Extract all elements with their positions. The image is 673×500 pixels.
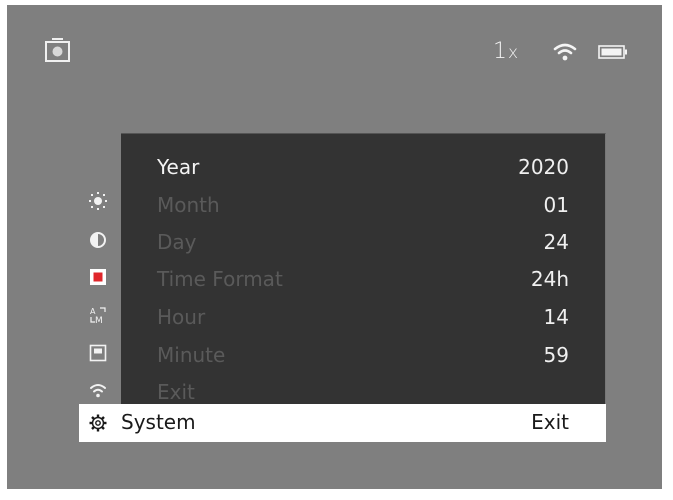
- auto-manual-icon[interactable]: A M: [89, 306, 107, 324]
- zoom-unit: x: [508, 43, 519, 63]
- setting-value: 59: [543, 343, 569, 367]
- brightness-icon[interactable]: [89, 192, 107, 210]
- setting-value: 24h: [530, 267, 569, 291]
- setting-row-hour[interactable]: Hour 14: [157, 299, 569, 335]
- setting-value: 24: [543, 230, 569, 254]
- wifi-icon: [553, 43, 577, 61]
- selected-system-row[interactable]: System Exit: [79, 404, 606, 442]
- setting-value: 2020: [518, 155, 569, 179]
- setting-label: Exit: [157, 380, 195, 404]
- setting-row-day[interactable]: Day 24: [157, 224, 569, 260]
- zoom-indicator: 1x: [493, 39, 518, 64]
- camera-icon: [45, 38, 70, 62]
- contrast-icon[interactable]: [89, 231, 107, 249]
- battery-icon: [598, 45, 627, 59]
- setting-row-time-format[interactable]: Time Format 24h: [157, 261, 569, 297]
- setting-row-month[interactable]: Month 01: [157, 187, 569, 223]
- wifi-icon[interactable]: [89, 381, 107, 399]
- setting-value: 14: [543, 305, 569, 329]
- setting-label: Year: [157, 155, 200, 179]
- setting-label: Month: [157, 193, 220, 217]
- setting-row-minute[interactable]: Minute 59: [157, 337, 569, 373]
- gear-icon: [89, 414, 107, 432]
- exit-value[interactable]: Exit: [531, 410, 569, 434]
- svg-text:A: A: [90, 307, 96, 316]
- setting-row-year[interactable]: Year 2020: [157, 149, 569, 185]
- record-icon[interactable]: [89, 268, 107, 286]
- device-screen: 1x Year 2020 Month 01 Day 24 Time Format…: [7, 5, 662, 489]
- setting-label: Day: [157, 230, 197, 254]
- setting-label: Time Format: [157, 267, 283, 291]
- setting-value: 01: [543, 193, 569, 217]
- system-label: System: [121, 410, 196, 434]
- zoom-value: 1: [493, 39, 507, 64]
- setting-label: Minute: [157, 343, 226, 367]
- svg-text:M: M: [95, 316, 103, 324]
- setting-label: Hour: [157, 305, 206, 329]
- display-mode-icon[interactable]: [89, 344, 107, 362]
